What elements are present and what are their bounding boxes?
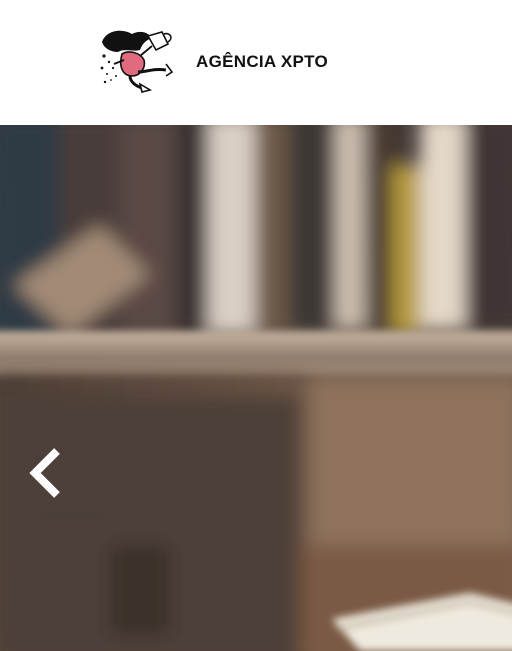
coffee-cup-character-logo-icon: [100, 30, 174, 93]
site-header: AGÊNCIA XPTO: [0, 0, 512, 125]
brand-name: AGÊNCIA XPTO: [196, 52, 329, 71]
svg-text:• • • • •: • • • • •: [40, 502, 112, 531]
hero-slider: • • • • •: [0, 125, 512, 651]
slider-prev-button[interactable]: [18, 441, 72, 505]
hero-photo: • • • • •: [0, 125, 512, 651]
chevron-left-icon: [29, 448, 60, 498]
home-logo-link[interactable]: AGÊNCIA XPTO: [96, 26, 328, 98]
